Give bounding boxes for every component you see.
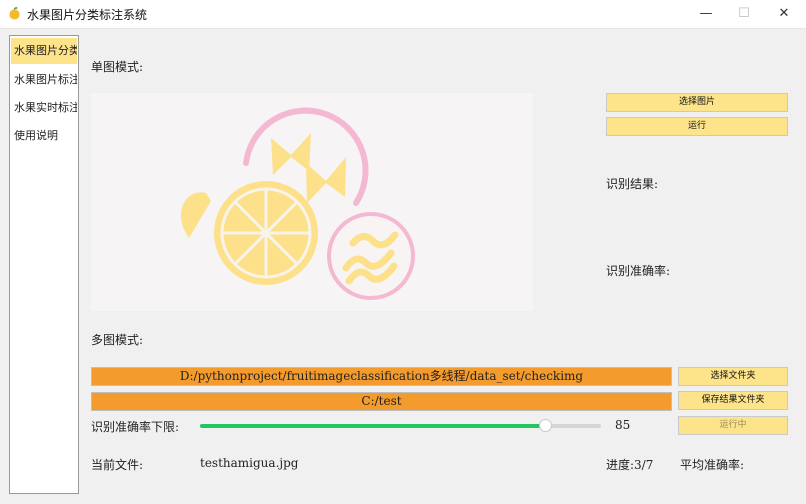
multi-mode-label: 多图模式: (91, 333, 144, 347)
select-image-button[interactable]: 选择图片 (606, 93, 788, 112)
running-button[interactable]: 运行中 (678, 416, 788, 435)
close-icon[interactable]: ✕ (764, 0, 804, 28)
current-file-name: testhamigua.jpg (200, 456, 299, 470)
sidebar-item-realtime[interactable]: 水果实时标注 (11, 95, 77, 121)
minimize-icon[interactable]: — (686, 0, 726, 28)
threshold-value: 85 (615, 418, 631, 432)
save-result-folder-button[interactable]: 保存结果文件夹 (678, 391, 788, 410)
threshold-slider-handle[interactable] (538, 419, 552, 432)
sidebar-item-classify[interactable]: 水果图片分类 (11, 38, 77, 64)
food-illustration (180, 107, 415, 300)
sidebar-item-help[interactable]: 使用说明 (11, 123, 77, 149)
progress-text: 进度:3/7 (606, 458, 654, 472)
run-button[interactable]: 运行 (606, 117, 788, 136)
source-folder-path: D:/pythonproject/fruitimageclassificatio… (91, 367, 672, 386)
select-folder-button[interactable]: 选择文件夹 (678, 367, 788, 386)
title-bar: 水果图片分类标注系统 — ☐ ✕ (0, 0, 806, 29)
single-mode-label: 单图模式: (91, 60, 144, 74)
window-title: 水果图片分类标注系统 (27, 8, 148, 22)
sidebar-nav: 水果图片分类 水果图片标注 水果实时标注 使用说明 (9, 35, 79, 494)
sidebar-item-annotate[interactable]: 水果图片标注 (11, 67, 77, 93)
preview-image (91, 93, 533, 311)
current-file-label: 当前文件: (91, 458, 144, 472)
threshold-slider[interactable] (200, 419, 601, 432)
output-folder-path: C:/test (91, 392, 672, 411)
avg-accuracy-label: 平均准确率: (680, 458, 745, 472)
threshold-slider-fill (200, 424, 545, 428)
fruit-app-icon (9, 7, 20, 20)
threshold-label: 识别准确率下限: (91, 420, 180, 434)
accuracy-label: 识别准确率: (606, 264, 671, 278)
maximize-icon[interactable]: ☐ (724, 0, 764, 28)
result-label: 识别结果: (606, 177, 659, 191)
